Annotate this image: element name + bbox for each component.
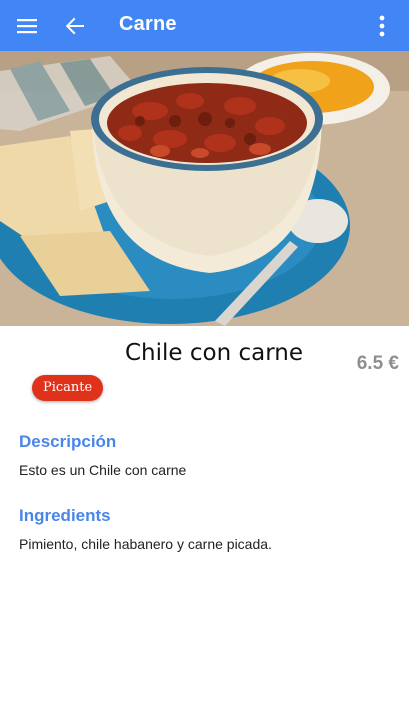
- more-options-button[interactable]: [362, 0, 402, 51]
- chili-bowl-image: [0, 51, 409, 326]
- page-title: Carne: [119, 13, 177, 35]
- menu-button[interactable]: [7, 0, 47, 51]
- description-text: Esto es un Chile con carne: [19, 462, 187, 478]
- arrow-back-icon: [65, 17, 84, 34]
- description-title: Descripción: [19, 432, 117, 451]
- dish-photo: [0, 51, 409, 326]
- menu-icon: [17, 18, 37, 33]
- ingredients-title: Ingredients: [19, 506, 111, 525]
- more-vert-icon: [379, 15, 385, 36]
- dish-price: 6.5 €: [356, 353, 399, 374]
- dish-name: Chile con carne: [124, 340, 303, 366]
- back-button[interactable]: [55, 0, 95, 51]
- app-bar: Carne: [0, 0, 409, 51]
- spicy-tag: Picante: [32, 375, 104, 401]
- ingredients-text: Pimiento, chile habanero y carne picada.: [19, 536, 272, 552]
